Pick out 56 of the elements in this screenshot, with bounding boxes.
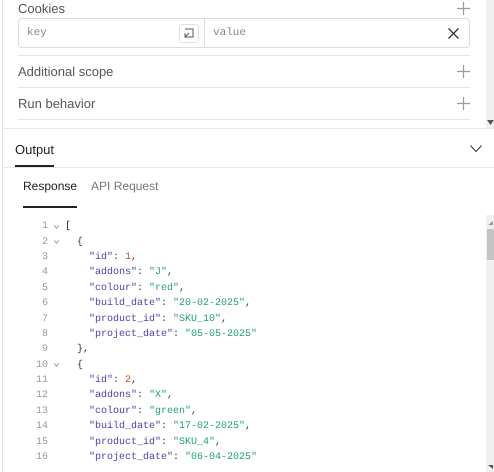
line-number: 10 xyxy=(34,360,48,371)
code-line: "id": 2, xyxy=(88,375,138,386)
code-line: "product_id": "SKU_4", xyxy=(88,436,222,448)
line-number: 12 xyxy=(34,390,48,402)
expand-icon xyxy=(184,28,194,38)
line-number: 14 xyxy=(34,421,48,432)
expand-button[interactable] xyxy=(179,24,199,42)
fold-caret-icon[interactable] xyxy=(54,240,59,244)
scroll-up-icon[interactable] xyxy=(488,221,492,225)
line-number: 4 xyxy=(40,267,48,278)
code-line: "id": 1, xyxy=(88,252,138,263)
tab[interactable]: API Request xyxy=(91,168,158,208)
value-field[interactable]: value xyxy=(205,27,448,39)
scrollbar[interactable] xyxy=(486,0,494,128)
section-title: Run behavior xyxy=(18,96,96,111)
chevron-icon[interactable] xyxy=(470,144,482,152)
code-line: "build_date": "20-02-2025", xyxy=(88,298,252,310)
tab[interactable]: Response xyxy=(23,168,78,208)
line-number: 13 xyxy=(34,406,48,417)
code-line: "product_id": "SKU_10", xyxy=(88,314,228,325)
line-number: 7 xyxy=(40,314,48,325)
line-number: 8 xyxy=(40,328,48,340)
code-line: [ xyxy=(65,221,72,232)
code-line: "addons": "X", xyxy=(88,390,174,402)
line-number: 6 xyxy=(40,298,48,310)
code-line: "project_date": "06-04-2025" xyxy=(88,452,258,464)
output-title[interactable]: Output xyxy=(15,129,54,167)
code-line: "colour": "green", xyxy=(88,406,198,417)
key-field[interactable]: key xyxy=(19,27,179,39)
line-number: 11 xyxy=(34,375,48,386)
section-title: Cookies xyxy=(18,1,65,16)
line-number: 15 xyxy=(34,436,48,448)
line-number: 1 xyxy=(40,221,48,232)
fold-caret-icon[interactable] xyxy=(54,363,59,368)
line-number: 16 xyxy=(34,452,48,464)
code-line: { xyxy=(76,236,84,248)
scroll-down-icon[interactable] xyxy=(488,465,492,469)
scroll-down-icon[interactable] xyxy=(486,120,494,125)
plus-icon[interactable] xyxy=(457,97,470,110)
code-line: "project_date": "05-05-2025" xyxy=(88,328,258,340)
line-number: 9 xyxy=(40,344,48,356)
scrollbar-thumb[interactable] xyxy=(486,229,494,260)
section-title: Additional scope xyxy=(18,64,114,79)
code-line: "build_date": "17-02-2025", xyxy=(88,421,252,432)
plus-icon[interactable] xyxy=(457,65,470,78)
code-line: }, xyxy=(76,344,90,356)
plus-icon[interactable] xyxy=(457,2,470,15)
code-line: "colour": "red", xyxy=(88,282,186,294)
line-number: 5 xyxy=(40,282,48,294)
fold-caret-icon[interactable] xyxy=(54,224,59,229)
scrollbar[interactable] xyxy=(486,215,494,472)
line-number: 2 xyxy=(40,236,48,248)
code-line: { xyxy=(76,360,84,371)
line-number: 3 xyxy=(40,252,48,263)
code-line: "addons": "J", xyxy=(88,267,174,278)
close-icon[interactable] xyxy=(448,28,459,38)
